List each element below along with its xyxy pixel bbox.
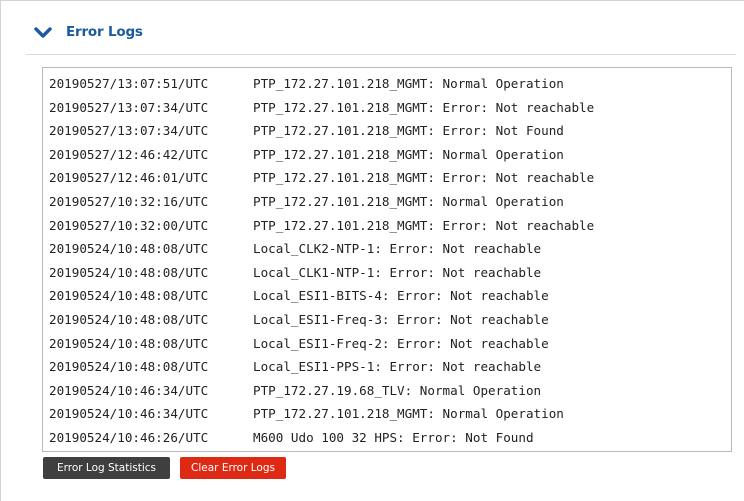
log-message: Local_ESI1-Freq-2: Error: Not reachable: [253, 335, 549, 351]
log-timestamp: 20190524/10:48:08/UTC: [49, 335, 209, 351]
log-message: PTP_172.27.101.218_MGMT: Error: Not reac…: [253, 217, 595, 233]
error-logs-header[interactable]: Error Logs: [26, 21, 736, 55]
log-message: PTP_172.27.101.218_MGMT: Error: Not Foun…: [253, 123, 564, 139]
chevron-down-icon[interactable]: [34, 26, 52, 40]
log-timestamp: 20190524/10:48:08/UTC: [49, 241, 209, 257]
log-timestamp: 20190524/10:46:26/UTC: [49, 429, 209, 445]
log-entry: 20190527/13:07:34/UTC PTP_172.27.101.218_…: [49, 96, 731, 120]
log-message: PTP_172.27.101.218_MGMT: Normal Operatio…: [253, 76, 564, 91]
log-timestamp: 20190524/10:46:34/UTC: [49, 406, 209, 422]
log-message: Local_ESI1-BITS-4: Error: Not reachable: [253, 288, 549, 304]
error-log-textarea[interactable]: 20190527/13:07:51/UTC PTP_172.27.101.218_…: [42, 67, 732, 452]
log-message: PTP_172.27.101.218_MGMT: Normal Operatio…: [253, 406, 564, 422]
log-message: PTP_172.27.101.218_MGMT: Normal Operatio…: [253, 146, 564, 162]
log-entry: 20190527/12:46:42/UTC PTP_172.27.101.218_…: [49, 143, 731, 167]
log-entry: 20190524/10:48:08/UTC Local_ESI1-PPS-1: E…: [49, 355, 731, 379]
log-entry: 20190527/12:46:01/UTC PTP_172.27.101.218_…: [49, 166, 731, 190]
log-timestamp: 20190527/13:07:34/UTC: [49, 123, 209, 139]
log-timestamp: 20190524/10:46:34/UTC: [49, 382, 209, 398]
log-entry: 20190524/10:46:26/UTC M600 Udo 100 32 HPS…: [49, 426, 731, 450]
log-entry: 20190524/10:48:08/UTC Local_ESI1-Freq-3: …: [49, 308, 731, 332]
error-logs-panel: Error Logs 20190527/13:07:51/UTC PTP_172.…: [0, 0, 744, 501]
log-entry: 20190524/10:46:34/UTC PTP_172.27.19.68_TL…: [49, 379, 731, 403]
log-message: PTP_172.27.19.68_TLV: Normal Operation: [253, 382, 542, 398]
log-message: PTP_172.27.101.218_MGMT: Normal Operatio…: [253, 193, 564, 209]
log-timestamp: 20190527/12:46:42/UTC: [49, 146, 209, 162]
log-timestamp: 20190524/10:48:08/UTC: [49, 288, 209, 304]
log-timestamp: 20190527/10:32:16/UTC: [49, 193, 209, 209]
log-entry: 20190527/10:32:00/UTC PTP_172.27.101.218_…: [49, 214, 731, 238]
log-timestamp: 20190527/10:32:00/UTC: [49, 217, 209, 233]
log-entry: 20190527/13:07:51/UTC PTP_172.27.101.218_…: [49, 72, 731, 96]
log-message: PTP_172.27.101.218_MGMT: Error: Not reac…: [253, 99, 595, 115]
log-entry: 20190524/10:46:34/UTC PTP_172.27.101.218_…: [49, 402, 731, 426]
log-message: M600 Udo 100 32 HPS: Error: Not Found: [253, 429, 534, 445]
log-entry: 20190524/10:48:08/UTC Local_CLK2-NTP-1: E…: [49, 237, 731, 261]
log-timestamp: 20190527/13:07:51/UTC: [49, 76, 209, 91]
log-timestamp: 20190524/10:48:08/UTC: [49, 311, 209, 327]
log-timestamp: 20190524/10:48:08/UTC: [49, 359, 209, 375]
clear-error-logs-button[interactable]: Clear Error Logs: [180, 457, 286, 479]
log-message: Local_ESI1-Freq-3: Error: Not reachable: [253, 311, 549, 327]
log-message: Local_CLK1-NTP-1: Error: Not reachable: [253, 264, 542, 280]
log-entry: 20190524/10:48:08/UTC Local_ESI1-Freq-2: …: [49, 332, 731, 356]
log-message: Local_ESI1-PPS-1: Error: Not reachable: [253, 359, 542, 375]
log-message: PTP_172.27.101.218_MGMT: Error: Not reac…: [253, 170, 595, 186]
error-log-statistics-button[interactable]: Error Log Statistics: [43, 457, 170, 479]
section-title: Error Logs: [66, 24, 143, 40]
log-entry: 20190524/10:48:08/UTC Local_CLK1-NTP-1: E…: [49, 261, 731, 285]
log-entry: 20190524/10:48:08/UTC Local_ESI1-BITS-4: …: [49, 284, 731, 308]
log-timestamp: 20190527/13:07:34/UTC: [49, 99, 209, 115]
log-message: Local_CLK2-NTP-1: Error: Not reachable: [253, 241, 542, 257]
log-entry: 20190527/13:07:34/UTC PTP_172.27.101.218_…: [49, 119, 731, 143]
log-timestamp: 20190527/12:46:01/UTC: [49, 170, 209, 186]
log-list: 20190527/13:07:51/UTC PTP_172.27.101.218_…: [43, 68, 731, 450]
log-timestamp: 20190524/10:48:08/UTC: [49, 264, 209, 280]
log-entry: 20190527/10:32:16/UTC PTP_172.27.101.218_…: [49, 190, 731, 214]
